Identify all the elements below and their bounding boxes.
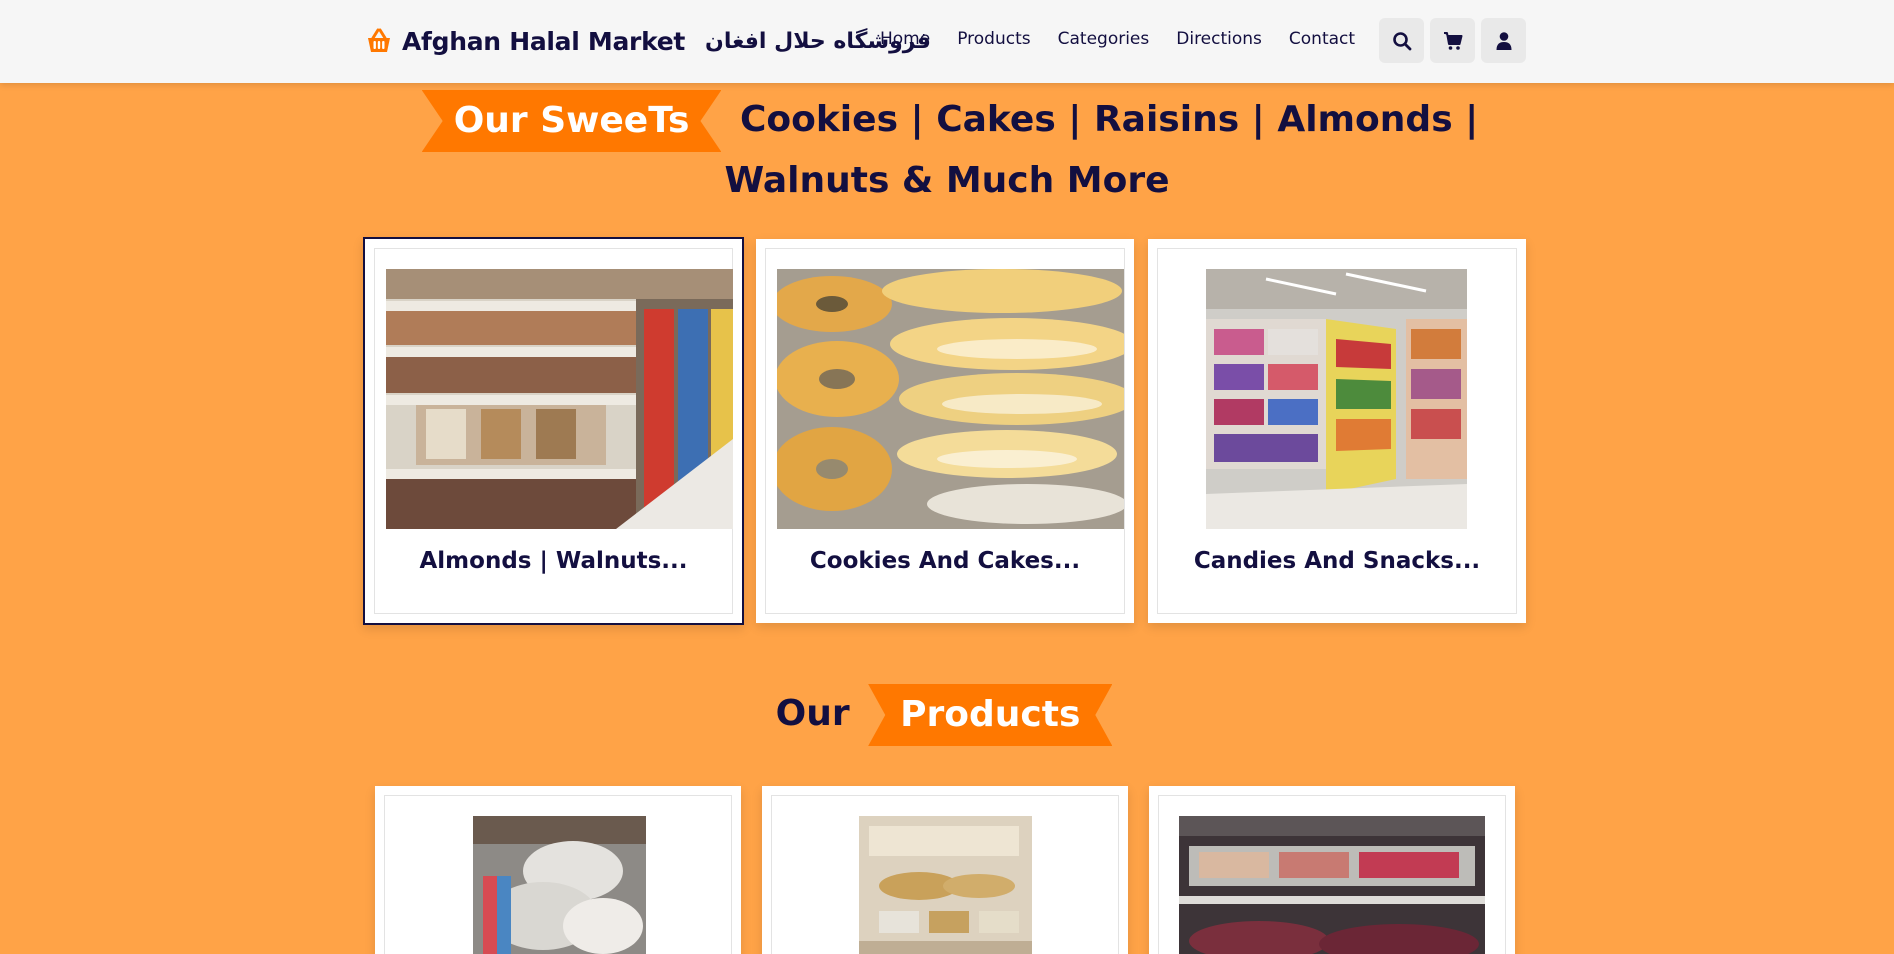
store-shelves-image bbox=[386, 269, 733, 529]
sweets-heading: Our SweeTs Cookies | Cakes | Raisins | A… bbox=[0, 90, 1894, 210]
account-button[interactable] bbox=[1481, 18, 1526, 63]
nav-link-categories[interactable]: Categories bbox=[1058, 29, 1150, 49]
product-card[interactable] bbox=[375, 786, 741, 954]
product-bags-image bbox=[473, 816, 646, 954]
shopping-basket-icon bbox=[368, 28, 390, 52]
nav-link-home[interactable]: Home bbox=[880, 29, 930, 49]
search-icon bbox=[1392, 31, 1411, 50]
cart-icon bbox=[1443, 31, 1462, 50]
product-card[interactable] bbox=[1149, 786, 1515, 954]
products-heading-prefix: Our bbox=[775, 693, 850, 734]
products-ribbon: Products bbox=[868, 684, 1113, 746]
meat-counter-image bbox=[1179, 816, 1485, 954]
search-button[interactable] bbox=[1379, 18, 1424, 63]
sweets-heading-text: Cookies | Cakes | Raisins | Almonds | Wa… bbox=[724, 99, 1479, 201]
product-card[interactable] bbox=[762, 786, 1128, 954]
products-heading: Our Products bbox=[0, 684, 1894, 746]
main-nav: Home Products Categories Directions Cont… bbox=[880, 29, 1355, 49]
product-display-image bbox=[859, 816, 1032, 954]
store-aisle-image bbox=[1206, 269, 1467, 529]
pastries-image bbox=[777, 269, 1124, 529]
card-title: Candies And Snacks... bbox=[1193, 548, 1481, 574]
sweets-ribbon: Our SweeTs bbox=[421, 90, 722, 152]
sweets-card-candies[interactable]: Candies And Snacks... bbox=[1148, 239, 1526, 623]
nav-link-products[interactable]: Products bbox=[957, 29, 1030, 49]
user-icon bbox=[1496, 31, 1511, 50]
sweets-card-cookies[interactable]: Cookies And Cakes... bbox=[756, 239, 1134, 623]
sweets-card-almonds[interactable]: Almonds | Walnuts... bbox=[363, 237, 744, 625]
cart-button[interactable] bbox=[1430, 18, 1475, 63]
nav-link-contact[interactable]: Contact bbox=[1289, 29, 1355, 49]
brand-logo[interactable]: Afghan Halal Market فروشگاه حلال افغان bbox=[364, 22, 931, 60]
nav-link-directions[interactable]: Directions bbox=[1176, 29, 1262, 49]
site-header: Afghan Halal Market فروشگاه حلال افغان H… bbox=[0, 0, 1894, 83]
header-icons bbox=[1379, 18, 1526, 63]
card-title: Cookies And Cakes... bbox=[809, 548, 1081, 574]
brand-name: Afghan Halal Market bbox=[402, 26, 686, 56]
card-title: Almonds | Walnuts... bbox=[419, 548, 688, 574]
